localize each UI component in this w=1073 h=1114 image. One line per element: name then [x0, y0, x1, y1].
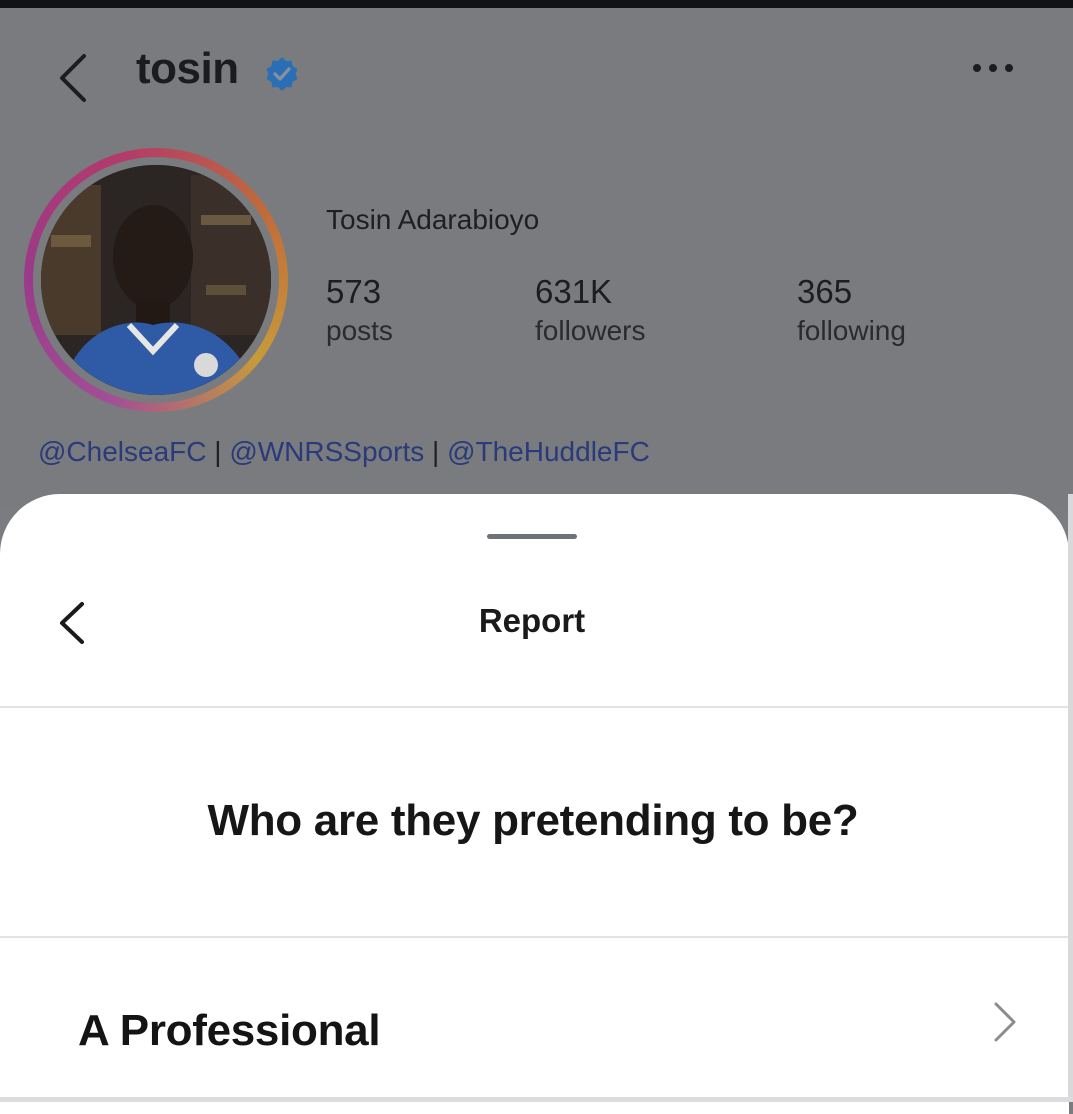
verified-badge-icon — [266, 57, 298, 91]
bio-separator: | — [214, 436, 222, 467]
report-question: Who are they pretending to be? — [207, 796, 859, 845]
profile-username: tosin — [136, 44, 239, 93]
stat-following[interactable]: 365 following — [797, 272, 906, 348]
report-sheet: Report Who are they pretending to be? A … — [0, 494, 1069, 1114]
stat-followers-label: followers — [535, 315, 646, 346]
bio-link-huddle[interactable]: @TheHuddleFC — [447, 436, 650, 467]
stat-following-value: 365 — [797, 273, 853, 310]
profile-full-name: Tosin Adarabioyo — [326, 204, 540, 235]
more-horizontal-icon[interactable] — [968, 58, 1018, 78]
bio-link-wnrs[interactable]: @WNRSSports — [229, 436, 424, 467]
option-label: A Professional — [78, 1006, 381, 1055]
stat-posts[interactable]: 573 posts — [326, 272, 393, 348]
profile-bio: @ChelseaFC | @WNRSSports | @TheHuddleFC — [38, 436, 650, 468]
chevron-left-icon[interactable] — [52, 52, 98, 104]
stat-posts-value: 573 — [326, 273, 382, 310]
story-ring[interactable] — [24, 148, 288, 412]
stat-posts-label: posts — [326, 315, 393, 346]
sheet-drag-handle[interactable] — [487, 534, 577, 539]
option-a-professional[interactable]: A Professional — [0, 938, 1069, 1098]
profile-header: tosin Tosin Adarabioyo 573 posts 631K fo… — [0, 8, 1073, 508]
screenshot-edge — [1068, 494, 1073, 1102]
stat-following-label: following — [797, 315, 906, 346]
bio-link-chelsea[interactable]: @ChelseaFC — [38, 436, 206, 467]
sheet-title: Report — [478, 602, 586, 639]
status-bar-edge — [0, 0, 1073, 8]
divider — [0, 706, 1069, 708]
stat-followers[interactable]: 631K followers — [535, 272, 645, 348]
chevron-right-icon — [994, 1002, 1016, 1042]
stat-followers-value: 631K — [535, 273, 613, 310]
screenshot-edge — [0, 1097, 1073, 1102]
avatar — [41, 165, 271, 395]
bio-separator: | — [432, 436, 440, 467]
